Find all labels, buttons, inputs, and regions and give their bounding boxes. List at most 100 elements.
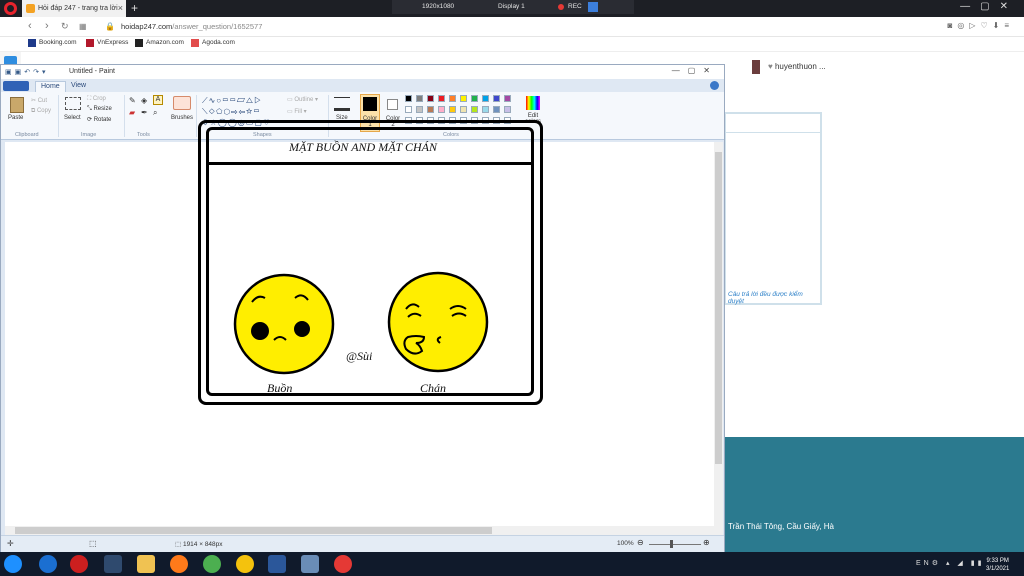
opera-logo-icon[interactable] xyxy=(4,2,17,15)
bookmark-agoda[interactable]: Agoda.com xyxy=(191,39,235,47)
recorder-stop-icon[interactable] xyxy=(588,2,598,12)
pencil-icon[interactable]: ✎ xyxy=(129,96,136,105)
back-icon[interactable]: ‹ xyxy=(28,20,32,32)
agoda-icon xyxy=(191,39,199,47)
green-app-icon[interactable] xyxy=(203,555,221,573)
select-icon[interactable] xyxy=(65,97,81,110)
palette-swatch[interactable] xyxy=(405,106,412,113)
palette-swatch[interactable] xyxy=(416,106,423,113)
palette-swatch[interactable] xyxy=(427,106,434,113)
eraser-icon[interactable]: ▰ xyxy=(129,108,135,117)
horizontal-scrollbar[interactable] xyxy=(5,526,714,535)
quick-access-toolbar[interactable]: ▣▣↶↷▾ xyxy=(5,68,48,76)
select-button[interactable]: Select xyxy=(64,115,81,121)
magnifier-icon[interactable]: ⌕ xyxy=(153,108,157,118)
edit-colors-icon[interactable] xyxy=(526,96,540,110)
opera-taskbar-icon[interactable] xyxy=(70,555,88,573)
paint-window-controls[interactable]: —▢✕ xyxy=(672,66,718,75)
brushes-button[interactable]: Brushes xyxy=(171,115,193,121)
start-icon[interactable] xyxy=(4,555,22,573)
page-user-menu[interactable]: ♥ huyenthuon ... xyxy=(752,60,826,74)
palette-swatch[interactable] xyxy=(471,95,478,102)
system-tray[interactable]: EN⚙ ▴ ◢ ▮▮ xyxy=(916,559,984,567)
fill-button[interactable]: ▭ Fill ▾ xyxy=(287,108,307,115)
outline-button[interactable]: ▭ Outline ▾ xyxy=(287,96,318,103)
color1-swatch xyxy=(363,97,377,111)
text-tool-icon[interactable]: A xyxy=(153,95,163,105)
cursor-position-icon: ✛ xyxy=(7,539,14,548)
palette-swatch[interactable] xyxy=(482,95,489,102)
taskbar-clock[interactable]: 9:33 PM 3/1/2021 xyxy=(986,557,1009,573)
palette-swatch[interactable] xyxy=(460,95,467,102)
vertical-scrollbar[interactable] xyxy=(714,142,723,535)
bookmark-amazon[interactable]: Amazon.com xyxy=(135,39,184,47)
firefox-icon[interactable] xyxy=(170,555,188,573)
zoom-in-icon[interactable]: ⊕ xyxy=(703,538,710,547)
palette-swatch[interactable] xyxy=(405,95,412,102)
palette-swatch[interactable] xyxy=(482,106,489,113)
zoom-level: 100% xyxy=(617,540,634,547)
paste-button[interactable]: Paste xyxy=(8,115,23,121)
color-picker-icon[interactable]: ✒ xyxy=(141,108,148,117)
booking-icon xyxy=(28,39,36,47)
zoom-slider-thumb[interactable] xyxy=(670,540,673,548)
recorder-taskbar-icon[interactable] xyxy=(334,555,352,573)
forward-icon[interactable]: › xyxy=(45,20,49,32)
file-explorer-icon[interactable] xyxy=(137,555,155,573)
brushes-icon[interactable] xyxy=(173,96,191,110)
palette-swatch[interactable] xyxy=(504,106,511,113)
bored-face-drawing xyxy=(387,271,489,373)
paint-taskbar-icon[interactable] xyxy=(301,555,319,573)
word-icon[interactable] xyxy=(268,555,286,573)
resize-button[interactable]: ⤡ Resize xyxy=(87,106,112,113)
paste-icon[interactable] xyxy=(10,97,24,113)
ie-icon[interactable] xyxy=(39,555,57,573)
address-bar-actions[interactable]: ◙◎▷♡⬇≡ xyxy=(947,21,1014,30)
rotate-button[interactable]: ⟳ Rotate xyxy=(87,116,111,123)
zoom-slider[interactable] xyxy=(649,544,701,545)
palette-swatch[interactable] xyxy=(460,106,467,113)
reload-icon[interactable]: ↻ xyxy=(61,21,69,32)
recorder-resolution: 1920x1080 xyxy=(422,3,455,10)
recorder-rec-label[interactable]: REC xyxy=(568,0,582,14)
site-favicon-icon xyxy=(26,4,35,13)
palette-swatch[interactable] xyxy=(471,106,478,113)
vertical-scroll-thumb[interactable] xyxy=(715,152,722,464)
card-note: Câu trả lời đều được kiểm duyệt xyxy=(728,291,803,305)
recorder-display[interactable]: Display 1 xyxy=(498,0,525,14)
cut-button[interactable]: ✂ Cut xyxy=(31,97,47,104)
zoom-out-icon[interactable]: ⊖ xyxy=(637,538,644,547)
copy-button[interactable]: ⧉ Copy xyxy=(31,108,51,115)
image-dimensions: ⬚ 1914 × 848px xyxy=(175,541,223,548)
size-icon[interactable] xyxy=(334,97,350,111)
crop-button[interactable]: ⛶ Crop xyxy=(87,96,106,103)
palette-swatch[interactable] xyxy=(493,106,500,113)
lock-icon: 🔒 xyxy=(105,22,115,31)
chrome-icon[interactable] xyxy=(236,555,254,573)
palette-swatch[interactable] xyxy=(438,95,445,102)
bookmark-vnexpress[interactable]: VnExpress xyxy=(86,39,128,47)
bookmark-booking[interactable]: Booking.com xyxy=(28,39,77,47)
palette-swatch[interactable] xyxy=(438,106,445,113)
tab-view[interactable]: View xyxy=(71,82,86,89)
url-field[interactable]: hoidap247.com/answer_question/1652577 xyxy=(121,22,262,31)
media-player-icon[interactable] xyxy=(104,555,122,573)
horizontal-scroll-thumb[interactable] xyxy=(15,527,492,534)
palette-swatch[interactable] xyxy=(449,106,456,113)
browser-tab[interactable]: Hỏi đáp 247 - trang tra lời × xyxy=(22,0,126,17)
url-path: /answer_question/1652577 xyxy=(172,22,263,31)
color2-swatch[interactable] xyxy=(387,99,398,110)
palette-swatch[interactable] xyxy=(493,95,500,102)
browser-tab-title: Hỏi đáp 247 - trang tra lời xyxy=(38,5,118,12)
palette-swatch[interactable] xyxy=(416,95,423,102)
browser-window-controls[interactable]: —▢✕ xyxy=(960,1,1018,12)
new-tab-icon[interactable]: + xyxy=(131,1,138,15)
fill-icon[interactable]: ◈ xyxy=(141,96,147,105)
help-icon[interactable] xyxy=(710,81,719,90)
tab-close-icon[interactable]: × xyxy=(118,0,123,17)
file-menu-button[interactable] xyxy=(3,81,29,91)
palette-swatch[interactable] xyxy=(504,95,511,102)
palette-swatch[interactable] xyxy=(449,95,456,102)
palette-swatch[interactable] xyxy=(427,95,434,102)
speed-dial-icon[interactable]: ▦ xyxy=(79,22,87,31)
